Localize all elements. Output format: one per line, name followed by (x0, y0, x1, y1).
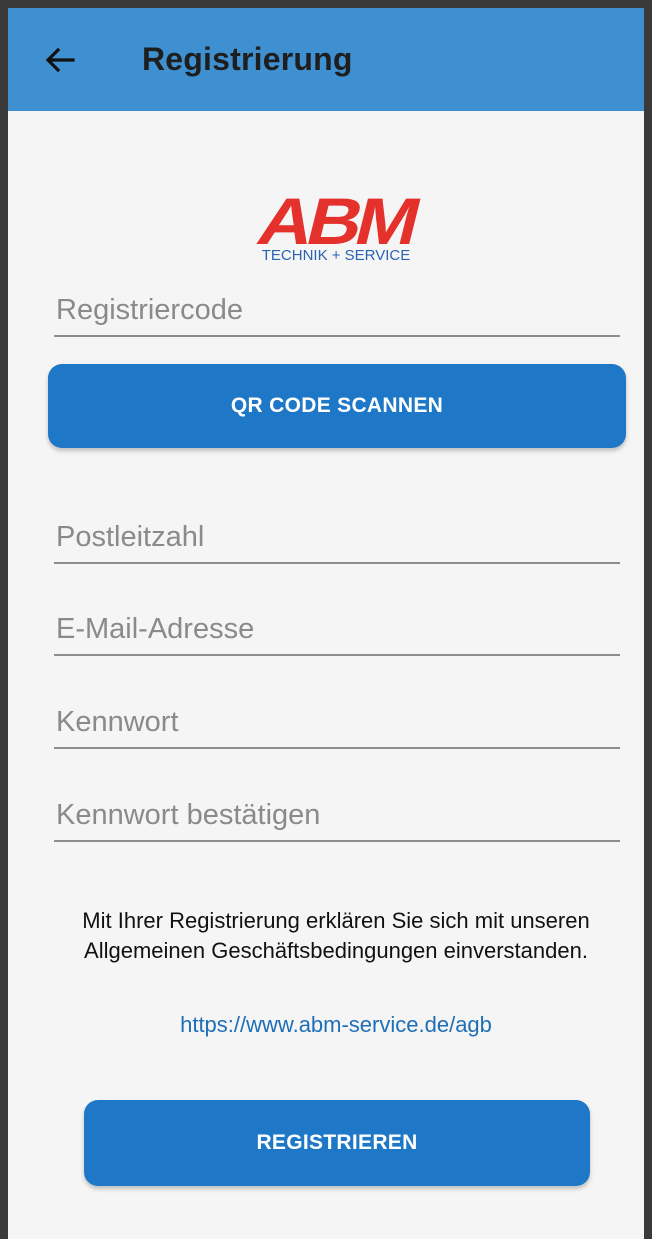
logo-tagline: TECHNIK + SERVICE (262, 247, 411, 264)
register-button[interactable]: REGISTRIEREN (84, 1100, 590, 1186)
registration-screen: Registrierung ABM TECHNIK + SERVICE QR C… (8, 8, 644, 1239)
arrow-left-icon (45, 47, 75, 73)
scan-qr-code-button[interactable]: QR CODE SCANNEN (48, 364, 626, 448)
email-input[interactable] (54, 613, 620, 654)
registration-code-field (54, 294, 620, 337)
abm-logo: ABM TECHNIK + SERVICE (236, 185, 436, 264)
terms-text: Mit Ihrer Registrierung erklären Sie sic… (82, 908, 590, 963)
email-field (54, 613, 620, 656)
terms-link[interactable]: https://www.abm-service.de/agb (48, 1012, 624, 1038)
password-confirm-input[interactable] (54, 799, 620, 840)
registration-code-input[interactable] (54, 294, 620, 335)
back-button[interactable] (42, 42, 78, 78)
postal-code-field (54, 521, 620, 564)
page-title: Registrierung (142, 41, 353, 77)
password-field (54, 706, 620, 749)
password-input[interactable] (54, 706, 620, 747)
password-confirm-field (54, 799, 620, 842)
postal-code-input[interactable] (54, 521, 620, 562)
app-bar: Registrierung (8, 8, 644, 111)
